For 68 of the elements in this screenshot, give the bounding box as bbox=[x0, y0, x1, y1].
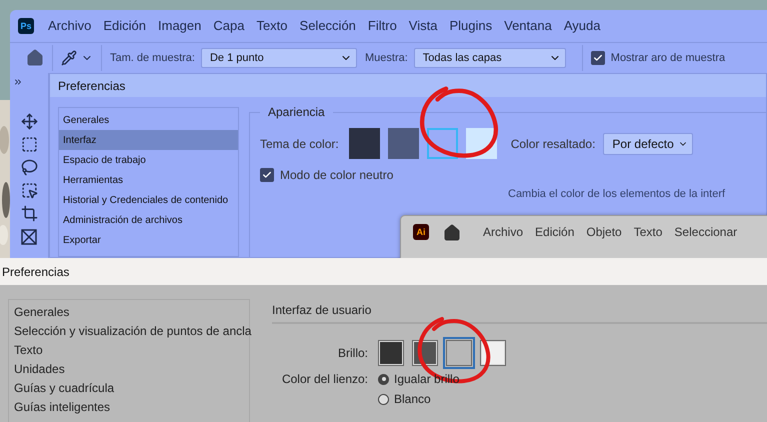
menu-item[interactable]: Ayuda bbox=[564, 18, 600, 34]
category-item[interactable]: Exportar bbox=[59, 230, 238, 250]
section-heading: Interfaz de usuario bbox=[272, 299, 767, 324]
app-logo-icon: Ps bbox=[18, 18, 34, 34]
app-logo-icon: Ai bbox=[413, 224, 429, 240]
category-item[interactable]: Generales bbox=[59, 110, 238, 130]
theme-swatch[interactable] bbox=[348, 128, 380, 159]
sample-size-label: Tam. de muestra: bbox=[110, 52, 195, 64]
highlight-label: Color resaltado: bbox=[510, 136, 596, 150]
sample-label: Muestra: bbox=[364, 52, 408, 64]
crop-tool-icon[interactable] bbox=[20, 205, 38, 222]
selection-tool-icon[interactable] bbox=[20, 182, 38, 199]
category-item[interactable]: Guías inteligentes bbox=[14, 397, 249, 416]
menu-item[interactable]: Objeto bbox=[586, 224, 622, 240]
frame-tool-icon[interactable] bbox=[20, 228, 38, 246]
menu-item[interactable]: Archivo bbox=[48, 18, 92, 34]
category-item[interactable]: Selección y visualización de puntos de ancla bbox=[14, 321, 249, 340]
expand-icon[interactable] bbox=[13, 77, 23, 87]
check-icon bbox=[592, 53, 603, 63]
category-item[interactable]: Herramientas bbox=[59, 170, 238, 190]
category-item[interactable]: Texto bbox=[14, 340, 249, 359]
theme-swatch[interactable] bbox=[388, 128, 419, 159]
canvas-color-label: Color del lienzo: bbox=[280, 372, 368, 386]
eyedropper-icon[interactable] bbox=[61, 50, 77, 66]
category-item[interactable]: Administración de archivos bbox=[59, 210, 238, 230]
home-icon[interactable] bbox=[443, 224, 461, 242]
radio-button[interactable] bbox=[378, 374, 389, 384]
dialog-title: Preferencias bbox=[50, 74, 766, 97]
menu-item[interactable]: Capa bbox=[213, 18, 244, 34]
menu-item[interactable]: Texto bbox=[256, 18, 288, 34]
menu-item[interactable]: Edición bbox=[103, 18, 146, 34]
menu-item[interactable]: Imagen bbox=[158, 18, 202, 34]
radio-button[interactable] bbox=[378, 394, 389, 404]
menu-item[interactable]: Texto bbox=[634, 224, 662, 240]
show-ring-label: Mostrar aro de muestra bbox=[610, 52, 726, 64]
category-item[interactable]: Historial y Credenciales de contenido bbox=[59, 190, 238, 210]
category-item[interactable]: Interfaz bbox=[59, 130, 238, 150]
menu-item[interactable]: Archivo bbox=[483, 224, 524, 240]
sample-size-dropdown[interactable]: De 1 punto bbox=[200, 48, 357, 68]
move-tool-icon[interactable] bbox=[20, 113, 38, 130]
marquee-tool-icon[interactable] bbox=[20, 136, 38, 153]
category-item[interactable]: Guías y cuadrícula bbox=[14, 378, 249, 397]
menu-item[interactable]: Vista bbox=[408, 18, 438, 34]
menu-item[interactable]: Seleccionar bbox=[674, 224, 738, 240]
lasso-tool-icon[interactable] bbox=[20, 159, 38, 176]
check-icon bbox=[262, 170, 272, 180]
brightness-label: Brillo: bbox=[336, 346, 368, 360]
checkbox[interactable] bbox=[590, 51, 605, 65]
checkbox[interactable] bbox=[260, 168, 274, 182]
group-legend: Apariencia bbox=[260, 105, 333, 119]
sample-dropdown[interactable]: Todas las capas bbox=[414, 48, 566, 68]
neutral-mode-label: Modo de color neutro bbox=[280, 168, 394, 182]
menu-item[interactable]: Ventana bbox=[504, 18, 552, 34]
theme-label: Tema de color: bbox=[260, 136, 339, 150]
brightness-swatch[interactable] bbox=[378, 340, 404, 366]
category-item[interactable]: Generales bbox=[14, 302, 249, 321]
hint-text: Cambia el color de los elementos de la interf bbox=[508, 188, 726, 200]
category-item[interactable]: Unidades bbox=[14, 359, 249, 378]
radio-label: Blanco bbox=[394, 392, 431, 406]
menu-item[interactable]: Filtro bbox=[368, 18, 397, 34]
menu-item[interactable]: Plugins bbox=[449, 18, 492, 34]
dialog-title: Preferencias bbox=[0, 258, 767, 285]
category-item[interactable]: Espacio de trabajo bbox=[59, 150, 238, 170]
menu-item[interactable]: Edición bbox=[535, 224, 574, 240]
highlight-dropdown[interactable]: Por defecto bbox=[603, 132, 694, 154]
home-icon[interactable] bbox=[26, 49, 44, 67]
menu-item[interactable]: Selección bbox=[300, 18, 356, 34]
brightness-swatch[interactable] bbox=[446, 340, 472, 366]
